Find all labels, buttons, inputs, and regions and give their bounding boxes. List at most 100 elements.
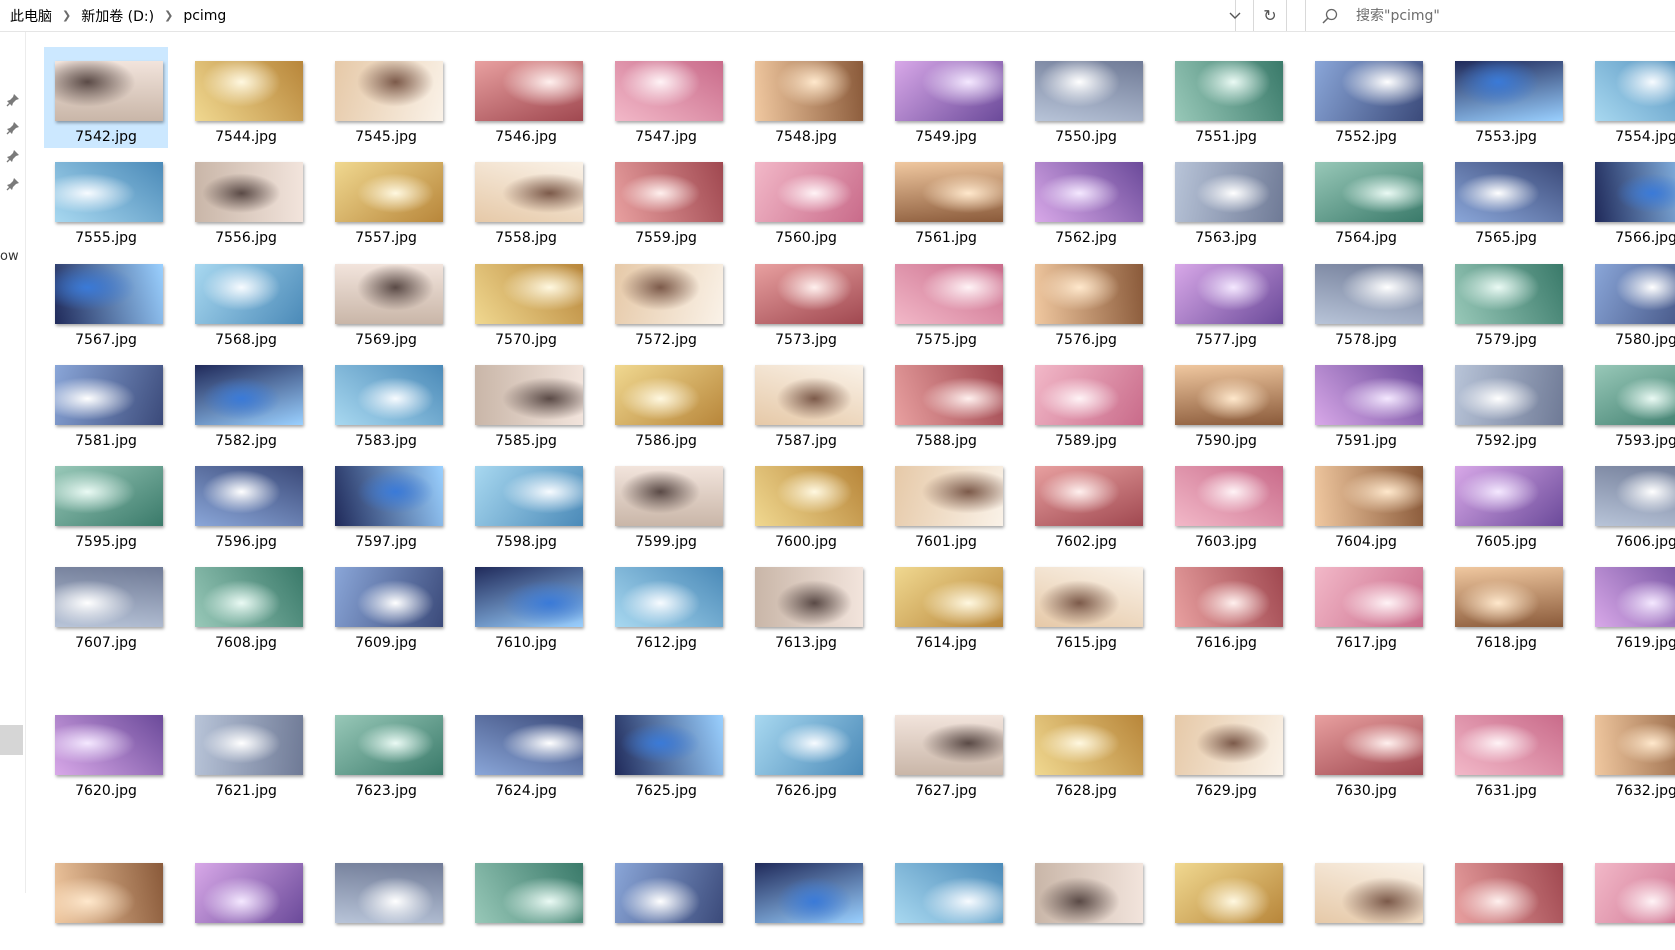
file-item[interactable] [604, 849, 728, 950]
thumbnail-image[interactable] [1595, 715, 1675, 775]
file-item[interactable]: 7621.jpg [184, 701, 308, 802]
file-item[interactable] [1584, 849, 1675, 950]
file-item[interactable]: 7625.jpg [604, 701, 728, 802]
file-item[interactable]: 7603.jpg [1164, 452, 1288, 553]
file-item[interactable]: 7619.jpg [1584, 553, 1675, 654]
file-item[interactable]: 7578.jpg [1304, 250, 1428, 351]
file-item[interactable]: 7599.jpg [604, 452, 728, 553]
file-item[interactable]: 7596.jpg [184, 452, 308, 553]
thumbnail-image[interactable] [1315, 863, 1423, 923]
file-item[interactable]: 7542.jpg [44, 47, 168, 148]
thumbnail-image[interactable] [755, 863, 863, 923]
file-item[interactable] [1444, 849, 1568, 950]
file-item[interactable]: 7545.jpg [324, 47, 448, 148]
thumbnail-image[interactable] [335, 61, 443, 121]
thumbnail-image[interactable] [55, 567, 163, 627]
thumbnail-image[interactable] [1595, 365, 1675, 425]
thumbnail-image[interactable] [195, 365, 303, 425]
thumbnail-image[interactable] [1175, 264, 1283, 324]
file-item[interactable]: 7609.jpg [324, 553, 448, 654]
breadcrumb-this-pc[interactable]: 此电脑 [10, 6, 52, 26]
thumbnail-image[interactable] [755, 567, 863, 627]
file-item[interactable]: 7559.jpg [604, 148, 728, 249]
thumbnail-image[interactable] [1455, 567, 1563, 627]
thumbnail-image[interactable] [615, 466, 723, 526]
file-item[interactable]: 7612.jpg [604, 553, 728, 654]
thumbnail-image[interactable] [1035, 264, 1143, 324]
thumbnail-image[interactable] [1035, 715, 1143, 775]
file-item[interactable] [324, 849, 448, 950]
file-item[interactable]: 7615.jpg [1024, 553, 1148, 654]
thumbnail-image[interactable] [475, 365, 583, 425]
file-item[interactable]: 7566.jpg [1584, 148, 1675, 249]
thumbnail-image[interactable] [1175, 715, 1283, 775]
file-item[interactable]: 7605.jpg [1444, 452, 1568, 553]
file-item[interactable]: 7617.jpg [1304, 553, 1428, 654]
thumbnail-image[interactable] [1315, 264, 1423, 324]
file-item[interactable]: 7614.jpg [884, 553, 1008, 654]
file-item[interactable]: 7628.jpg [1024, 701, 1148, 802]
chevron-down-icon[interactable] [1220, 0, 1250, 31]
file-item[interactable]: 7627.jpg [884, 701, 1008, 802]
thumbnail-image[interactable] [1315, 162, 1423, 222]
file-item[interactable]: 7569.jpg [324, 250, 448, 351]
pin-icon[interactable] [6, 176, 20, 191]
thumbnail-image[interactable] [1455, 162, 1563, 222]
thumbnail-image[interactable] [475, 264, 583, 324]
thumbnail-image[interactable] [895, 863, 1003, 923]
file-item[interactable]: 7576.jpg [1024, 250, 1148, 351]
thumbnail-image[interactable] [1315, 466, 1423, 526]
file-item[interactable]: 7602.jpg [1024, 452, 1148, 553]
thumbnail-image[interactable] [55, 365, 163, 425]
file-item[interactable]: 7549.jpg [884, 47, 1008, 148]
file-item[interactable]: 7580.jpg [1584, 250, 1675, 351]
file-item[interactable] [1024, 849, 1148, 950]
file-item[interactable]: 7589.jpg [1024, 351, 1148, 452]
file-item[interactable] [184, 849, 308, 950]
thumbnail-image[interactable] [1455, 264, 1563, 324]
refresh-button[interactable]: ↻ [1253, 0, 1287, 31]
thumbnail-image[interactable] [755, 365, 863, 425]
thumbnail-image[interactable] [1035, 365, 1143, 425]
thumbnail-image[interactable] [195, 715, 303, 775]
file-item[interactable]: 7620.jpg [44, 701, 168, 802]
file-item[interactable]: 7573.jpg [744, 250, 868, 351]
file-item[interactable]: 7608.jpg [184, 553, 308, 654]
thumbnail-image[interactable] [335, 567, 443, 627]
thumbnail-image[interactable] [55, 264, 163, 324]
thumbnail-image[interactable] [1595, 863, 1675, 923]
thumbnail-image[interactable] [475, 715, 583, 775]
thumbnail-image[interactable] [1315, 61, 1423, 121]
file-item[interactable]: 7606.jpg [1584, 452, 1675, 553]
thumbnail-image[interactable] [1455, 863, 1563, 923]
file-item[interactable]: 7577.jpg [1164, 250, 1288, 351]
file-item[interactable]: 7565.jpg [1444, 148, 1568, 249]
address-bar[interactable]: 此电脑 ❯ 新加卷 (D:) ❯ pcimg [0, 0, 1241, 31]
thumbnail-image[interactable] [55, 162, 163, 222]
file-item[interactable]: 7600.jpg [744, 452, 868, 553]
thumbnail-image[interactable] [1595, 162, 1675, 222]
file-item[interactable]: 7550.jpg [1024, 47, 1148, 148]
thumbnail-image[interactable] [475, 61, 583, 121]
file-item[interactable]: 7553.jpg [1444, 47, 1568, 148]
thumbnail-image[interactable] [1035, 61, 1143, 121]
thumbnail-image[interactable] [1455, 466, 1563, 526]
thumbnail-image[interactable] [195, 264, 303, 324]
file-item[interactable]: 7548.jpg [744, 47, 868, 148]
thumbnail-image[interactable] [1315, 365, 1423, 425]
file-item[interactable]: 7610.jpg [464, 553, 588, 654]
thumbnail-image[interactable] [1455, 715, 1563, 775]
thumbnail-image[interactable] [1595, 567, 1675, 627]
file-item[interactable]: 7623.jpg [324, 701, 448, 802]
file-item[interactable]: 7629.jpg [1164, 701, 1288, 802]
thumbnail-image[interactable] [475, 863, 583, 923]
nav-item-label[interactable]: ow [0, 249, 24, 264]
thumbnail-image[interactable] [1595, 466, 1675, 526]
thumbnail-image[interactable] [195, 466, 303, 526]
thumbnail-image[interactable] [55, 61, 163, 121]
thumbnail-image[interactable] [55, 863, 163, 923]
thumbnail-image[interactable] [335, 365, 443, 425]
thumbnail-image[interactable] [335, 162, 443, 222]
thumbnail-image[interactable] [755, 466, 863, 526]
thumbnail-image[interactable] [615, 567, 723, 627]
